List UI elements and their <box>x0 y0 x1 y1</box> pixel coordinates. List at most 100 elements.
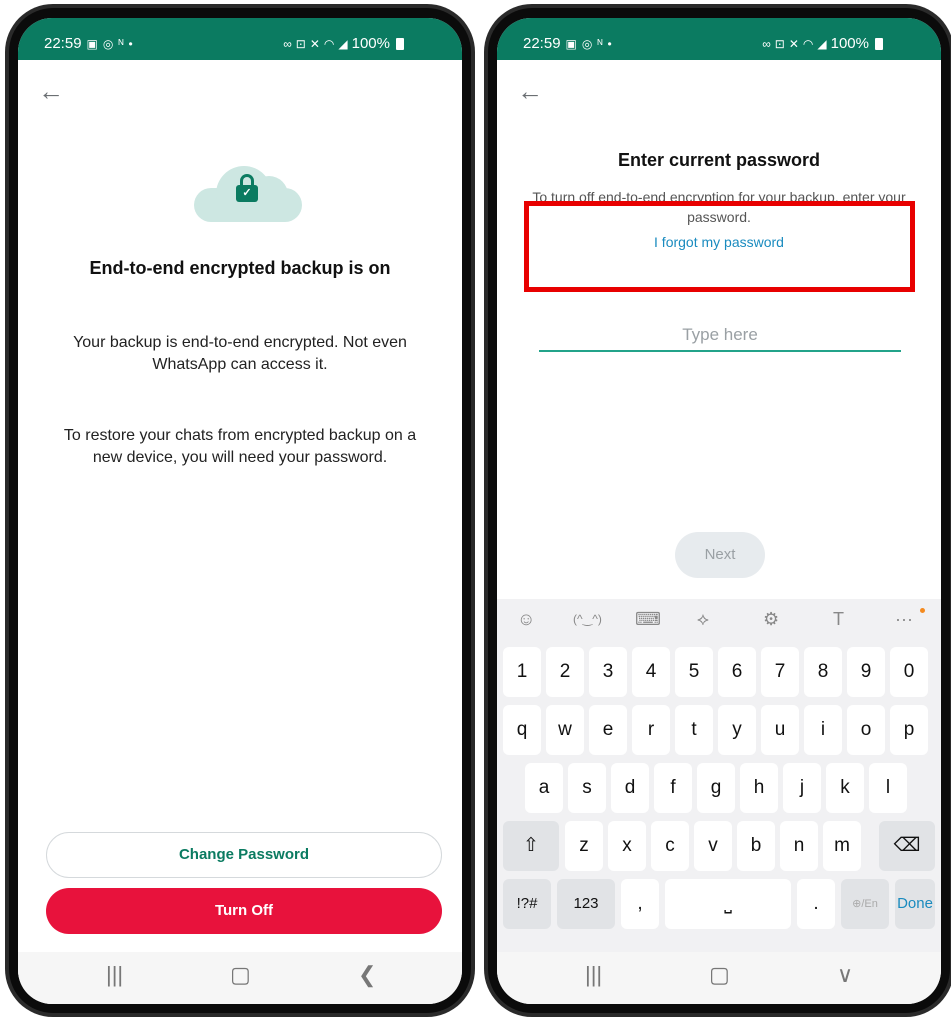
keyboard-toolbar: ☺ (^‿^) ⌨ ⟡ ⚙ T ··· <box>497 599 941 643</box>
status-time: 22:59 <box>44 35 82 52</box>
key-7[interactable]: 7 <box>761 647 799 697</box>
key-m[interactable]: m <box>823 821 861 871</box>
wifi-icon: ◠ <box>802 36 814 51</box>
key-9[interactable]: 9 <box>847 647 885 697</box>
key-6[interactable]: 6 <box>718 647 756 697</box>
language-key[interactable]: ⊕/En <box>841 879 889 929</box>
key-8[interactable]: 8 <box>804 647 842 697</box>
key-x[interactable]: x <box>608 821 646 871</box>
keyboard: ☺ (^‿^) ⌨ ⟡ ⚙ T ··· 1234567890qwertyuiop… <box>497 599 941 952</box>
home-icon[interactable]: ▢ <box>230 964 251 986</box>
key-u[interactable]: u <box>761 705 799 755</box>
lock-icon: ⊡ <box>295 36 306 51</box>
key-o[interactable]: o <box>847 705 885 755</box>
key-1[interactable]: 1 <box>503 647 541 697</box>
mute-icon: ✕ <box>788 36 799 51</box>
move-cursor-icon[interactable]: ⟡ <box>697 610 709 628</box>
key-e[interactable]: e <box>589 705 627 755</box>
hide-keyboard-icon[interactable]: ∨ <box>837 964 853 986</box>
cell-signal-icon: ◢ <box>817 36 827 51</box>
status-right: ∞ ⊡ ✕ ◠ ◢ 100% <box>283 35 404 52</box>
done-key[interactable]: Done <box>895 879 935 929</box>
gallery-icon: ▣ <box>86 36 98 51</box>
key-p[interactable]: p <box>890 705 928 755</box>
key-5[interactable]: 5 <box>675 647 713 697</box>
highlight-annotation-box <box>524 201 915 292</box>
password-input[interactable] <box>539 320 901 352</box>
key-l[interactable]: l <box>869 763 907 813</box>
mute-icon: ✕ <box>309 36 320 51</box>
key-j[interactable]: j <box>783 763 821 813</box>
status-left: 22:59 ▣ ◎ ᴺ • <box>523 35 612 52</box>
page-title: End-to-end encrypted backup is on <box>89 258 391 278</box>
lock-icon: ✓ <box>236 174 258 202</box>
page-title: Enter current password <box>617 150 821 170</box>
recents-icon[interactable]: ||| <box>585 964 602 986</box>
key-w[interactable]: w <box>546 705 584 755</box>
arrow-left-icon[interactable]: ← <box>517 78 543 104</box>
restore-description: To restore your chats from encrypted bac… <box>63 427 417 466</box>
space-key[interactable]: ⎵ <box>665 879 791 929</box>
backspace-key[interactable]: ⌫ <box>879 821 935 871</box>
battery-icon <box>875 37 883 50</box>
more-icon[interactable]: ··· <box>895 610 913 628</box>
link-icon: ∞ <box>283 36 292 51</box>
key-s[interactable]: s <box>568 763 606 813</box>
turn-off-button[interactable]: Turn Off <box>46 888 442 934</box>
arrow-left-icon[interactable]: ← <box>38 78 64 104</box>
handwriting-icon[interactable]: T <box>833 610 844 628</box>
status-left: 22:59 ▣ ◎ ᴺ • <box>44 35 133 52</box>
battery-percent: 100% <box>830 35 869 52</box>
key-k[interactable]: k <box>826 763 864 813</box>
key-t[interactable]: t <box>675 705 713 755</box>
notification-dot-icon: • <box>607 36 612 51</box>
change-password-button[interactable]: Change Password <box>46 832 442 878</box>
back-icon[interactable]: ❮ <box>358 964 376 986</box>
key-b[interactable]: b <box>737 821 775 871</box>
notification-dot <box>920 608 925 613</box>
nav-bar: ||| ▢ ❮ <box>18 952 462 1004</box>
emoji-icon[interactable]: ☺ <box>517 610 535 628</box>
link-icon: ∞ <box>762 36 771 51</box>
key-4[interactable]: 4 <box>632 647 670 697</box>
key-i[interactable]: i <box>804 705 842 755</box>
key-z[interactable]: z <box>565 821 603 871</box>
phone-frame-right: 22:59 ▣ ◎ ᴺ • ∞ ⊡ ✕ ◠ ◢ 100% ← Enter cur… <box>484 4 951 1017</box>
key-f[interactable]: f <box>654 763 692 813</box>
cloud-lock-icon: ✓ <box>194 160 302 222</box>
whatsapp-icon: ◎ <box>581 36 593 51</box>
encryption-description: Your backup is end-to-end encrypted. Not… <box>73 334 407 373</box>
key-r[interactable]: r <box>632 705 670 755</box>
wifi-icon: ◠ <box>323 36 335 51</box>
next-button[interactable]: Next <box>675 532 765 578</box>
settings-icon[interactable]: ⚙ <box>763 610 779 628</box>
key-2[interactable]: 2 <box>546 647 584 697</box>
key-n[interactable]: n <box>780 821 818 871</box>
numbers-key[interactable]: 123 <box>557 879 615 929</box>
comma-key[interactable]: , <box>621 879 659 929</box>
kaomoji-icon[interactable]: (^‿^) <box>573 613 602 625</box>
cell-signal-icon: ◢ <box>338 36 348 51</box>
symbols-key[interactable]: !?# <box>503 879 551 929</box>
period-key[interactable]: . <box>797 879 835 929</box>
key-3[interactable]: 3 <box>589 647 627 697</box>
recents-icon[interactable]: ||| <box>106 964 123 986</box>
key-a[interactable]: a <box>525 763 563 813</box>
home-icon[interactable]: ▢ <box>709 964 730 986</box>
key-q[interactable]: q <box>503 705 541 755</box>
key-0[interactable]: 0 <box>890 647 928 697</box>
key-y[interactable]: y <box>718 705 756 755</box>
shift-key[interactable]: ⇧ <box>503 821 559 871</box>
key-v[interactable]: v <box>694 821 732 871</box>
status-bar: 22:59 ▣ ◎ ᴺ • ∞ ⊡ ✕ ◠ ◢ 100% <box>18 18 462 60</box>
key-c[interactable]: c <box>651 821 689 871</box>
key-d[interactable]: d <box>611 763 649 813</box>
status-bar: 22:59 ▣ ◎ ᴺ • ∞ ⊡ ✕ ◠ ◢ 100% <box>497 18 941 60</box>
nav-bar: ||| ▢ ∨ <box>497 952 941 1004</box>
keyboard-icon[interactable]: ⌨ <box>635 610 661 628</box>
key-g[interactable]: g <box>697 763 735 813</box>
phone-frame-left: 22:59 ▣ ◎ ᴺ • ∞ ⊡ ✕ ◠ ◢ 100% ← ✓ End-to-… <box>5 4 475 1017</box>
battery-percent: 100% <box>351 35 390 52</box>
key-h[interactable]: h <box>740 763 778 813</box>
phone-screen-left: 22:59 ▣ ◎ ᴺ • ∞ ⊡ ✕ ◠ ◢ 100% ← ✓ End-to-… <box>18 18 462 1004</box>
